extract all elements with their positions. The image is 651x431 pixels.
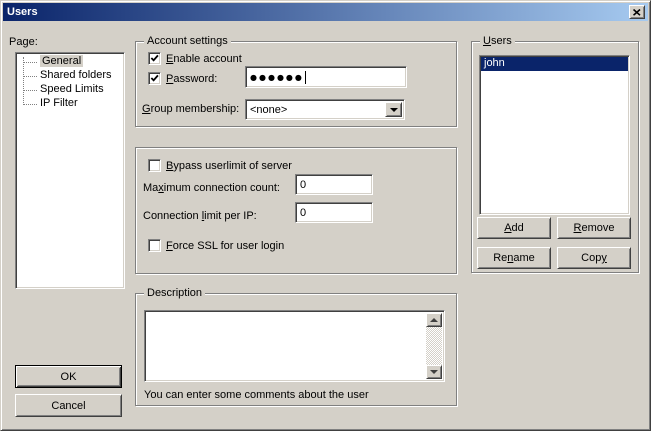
group-membership-value: <none> bbox=[250, 104, 287, 116]
password-checkbox[interactable] bbox=[148, 72, 161, 85]
users-group-title: Users bbox=[480, 35, 515, 48]
scroll-down-button[interactable] bbox=[426, 365, 442, 379]
description-group: Description You can enter some comments … bbox=[135, 293, 457, 406]
close-button[interactable] bbox=[629, 5, 645, 19]
account-settings-title: Account settings bbox=[144, 35, 231, 48]
enable-account-checkbox[interactable] bbox=[148, 52, 161, 65]
text-caret bbox=[305, 71, 306, 84]
users-group: Users john Add Remove Rename Copy bbox=[471, 41, 639, 273]
add-button[interactable]: Add bbox=[477, 217, 551, 239]
page-label: Page: bbox=[9, 36, 38, 49]
check-icon bbox=[150, 74, 159, 83]
max-connection-count-input[interactable]: 0 bbox=[295, 174, 373, 195]
password-input[interactable]: ●●●●●● bbox=[245, 66, 407, 88]
sidebar-item-shared-folders[interactable]: Shared folders bbox=[16, 69, 124, 83]
description-textarea[interactable] bbox=[144, 310, 445, 382]
connection-limits-group: Bypass userlimit of server Maximum conne… bbox=[135, 147, 457, 274]
ok-button[interactable]: OK bbox=[15, 365, 122, 388]
users-listbox: john bbox=[479, 55, 630, 215]
remove-button[interactable]: Remove bbox=[557, 217, 631, 239]
vertical-scrollbar[interactable] bbox=[426, 313, 442, 379]
check-icon bbox=[150, 54, 159, 63]
connection-limit-per-ip-input[interactable]: 0 bbox=[295, 202, 373, 223]
titlebar[interactable]: Users bbox=[3, 3, 648, 21]
group-membership-label: Group membership: bbox=[142, 103, 239, 116]
arrow-down-icon bbox=[430, 370, 438, 374]
scrollbar-track[interactable] bbox=[426, 327, 442, 365]
sidebar-item-ip-filter[interactable]: IP Filter bbox=[16, 97, 124, 111]
bypass-userlimit-label[interactable]: Bypass userlimit of server bbox=[166, 160, 292, 173]
copy-button[interactable]: Copy bbox=[557, 247, 631, 269]
window-title: Users bbox=[3, 6, 38, 18]
page-tree: General Shared folders Speed Limits IP F… bbox=[15, 52, 125, 289]
password-label[interactable]: Password: bbox=[166, 73, 217, 86]
sidebar-item-speed-limits[interactable]: Speed Limits bbox=[16, 83, 124, 97]
force-ssl-checkbox[interactable] bbox=[148, 239, 161, 252]
rename-button[interactable]: Rename bbox=[477, 247, 551, 269]
description-title: Description bbox=[144, 287, 205, 300]
user-list-item[interactable]: john bbox=[481, 57, 628, 71]
cancel-button[interactable]: Cancel bbox=[15, 394, 122, 417]
close-icon bbox=[633, 9, 641, 16]
bypass-userlimit-checkbox[interactable] bbox=[148, 159, 161, 172]
sidebar-item-general[interactable]: General bbox=[16, 55, 124, 69]
dropdown-button[interactable] bbox=[385, 102, 402, 117]
group-membership-select[interactable]: <none> bbox=[245, 99, 405, 120]
password-masked-value: ●●●●●● bbox=[250, 73, 304, 82]
description-hint: You can enter some comments about the us… bbox=[144, 389, 369, 402]
enable-account-label[interactable]: Enable account bbox=[166, 53, 242, 66]
arrow-up-icon bbox=[430, 318, 438, 322]
scroll-up-button[interactable] bbox=[426, 313, 442, 327]
chevron-down-icon bbox=[390, 108, 398, 112]
max-connection-count-label: Maximum connection count: bbox=[143, 182, 280, 195]
force-ssl-label[interactable]: Force SSL for user login bbox=[166, 240, 284, 253]
account-settings-group: Account settings Enable account Password… bbox=[135, 41, 457, 127]
connection-limit-per-ip-label: Connection limit per IP: bbox=[143, 210, 257, 223]
users-dialog: Users Page: General Shared folders Speed… bbox=[0, 0, 651, 431]
